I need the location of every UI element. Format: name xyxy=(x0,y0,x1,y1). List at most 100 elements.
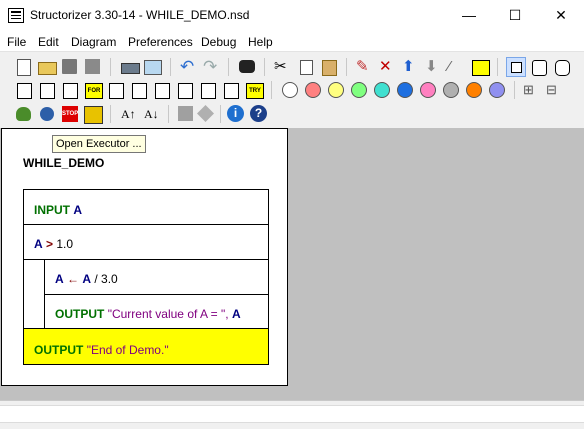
cut-button[interactable]: ✂ xyxy=(273,57,293,77)
edit-element-button[interactable]: ✎ xyxy=(355,57,375,77)
while-header[interactable]: A > 1.0 xyxy=(24,225,268,260)
add-while-button[interactable] xyxy=(106,80,126,100)
add-case-button[interactable] xyxy=(60,80,80,100)
analyser-button[interactable] xyxy=(176,104,196,124)
try-icon: TRY xyxy=(246,83,264,99)
add-instruction-button[interactable] xyxy=(14,80,34,100)
export-picture-button[interactable] xyxy=(143,57,163,77)
run-button[interactable] xyxy=(83,104,103,124)
color-gray-button[interactable] xyxy=(441,80,461,100)
assign-block[interactable]: A ← A / 3.0 xyxy=(44,260,269,295)
new-document-icon xyxy=(17,59,31,76)
add-jump-button[interactable] xyxy=(198,80,218,100)
frame-inner-icon xyxy=(511,62,522,73)
analyser-options-button[interactable] xyxy=(196,104,216,124)
final-output-keyword: OUTPUT xyxy=(34,343,84,357)
arrow-down-icon: ⬇ xyxy=(425,58,438,75)
assign-statement: A ← A / 3.0 xyxy=(55,272,118,286)
color-swatch-icon xyxy=(443,82,459,98)
maximize-button[interactable]: ☐ xyxy=(492,0,538,31)
scrollbar-track[interactable] xyxy=(0,405,584,423)
copy-button[interactable] xyxy=(296,57,316,77)
redo-button[interactable]: ↷ xyxy=(201,57,221,77)
input-keyword: INPUT xyxy=(34,203,70,217)
tooltip: Open Executor ... xyxy=(52,135,146,153)
output-string: "Current value of A = ", xyxy=(107,307,229,321)
paste-button[interactable] xyxy=(319,57,339,77)
color-cyan-button[interactable] xyxy=(372,80,392,100)
final-output-statement: OUTPUT "End of Demo." xyxy=(34,343,169,357)
add-if-button[interactable] xyxy=(37,80,57,100)
view-mode-button-3[interactable] xyxy=(552,57,572,77)
toolbar-separator xyxy=(346,58,347,76)
arrange-button[interactable]: ⊟ xyxy=(545,80,565,100)
menu-file[interactable]: File xyxy=(7,35,26,49)
outsource-icon xyxy=(472,60,490,76)
undo-button[interactable]: ↶ xyxy=(178,57,198,77)
case-icon xyxy=(63,83,78,99)
transmute-button[interactable]: ⁄ xyxy=(447,57,467,77)
output-block[interactable]: OUTPUT "Current value of A = ", A xyxy=(44,295,269,329)
add-for-button[interactable]: FOR xyxy=(83,80,103,100)
save-all-icon xyxy=(85,59,100,74)
add-forever-button[interactable] xyxy=(152,80,172,100)
toolbar-separator xyxy=(228,58,229,76)
structure-view-button[interactable]: ⊞ xyxy=(522,80,542,100)
input-variable: A xyxy=(73,203,83,217)
output-statement: OUTPUT "Current value of A = ", A xyxy=(55,307,241,321)
color-violet-button[interactable] xyxy=(487,80,507,100)
save-as-button[interactable] xyxy=(83,57,103,77)
toolbar-separator xyxy=(264,58,265,76)
color-red-button[interactable] xyxy=(303,80,323,100)
parallel-icon xyxy=(224,83,239,99)
turtleizer-button[interactable] xyxy=(14,104,34,124)
menu-debug[interactable]: Debug xyxy=(201,35,236,49)
color-pink-button[interactable] xyxy=(418,80,438,100)
color-swatch-icon xyxy=(305,82,321,98)
horizontal-scrollbar[interactable] xyxy=(0,400,584,429)
while-icon xyxy=(109,83,124,99)
about-button[interactable]: i xyxy=(226,104,246,124)
add-call-button[interactable] xyxy=(175,80,195,100)
color-green-button[interactable] xyxy=(349,80,369,100)
find-button[interactable] xyxy=(237,57,257,77)
color-orange-button[interactable] xyxy=(464,80,484,100)
diagram-canvas[interactable]: WHILE_DEMO INPUT A A > 1.0 A ← A / 3.0 O… xyxy=(1,128,288,386)
menu-diagram[interactable]: Diagram xyxy=(71,35,116,49)
move-up-button[interactable]: ⬆ xyxy=(401,57,421,77)
print-button[interactable] xyxy=(120,57,140,77)
color-blue-button[interactable] xyxy=(395,80,415,100)
view-mode-button-2[interactable] xyxy=(529,57,549,77)
assign-expression-var: A xyxy=(82,272,92,286)
color-yellow-button[interactable] xyxy=(326,80,346,100)
final-output-block[interactable]: OUTPUT "End of Demo." xyxy=(24,329,268,364)
menu-edit[interactable]: Edit xyxy=(38,35,59,49)
move-down-button[interactable]: ⬇ xyxy=(424,57,444,77)
add-try-button[interactable]: TRY xyxy=(244,80,264,100)
minimize-button[interactable]: — xyxy=(446,0,492,31)
new-file-button[interactable] xyxy=(14,57,34,77)
stop-button[interactable]: STOP xyxy=(60,104,80,124)
font-down-button[interactable]: A↓ xyxy=(143,104,163,124)
for-icon: FOR xyxy=(85,83,103,99)
delete-element-button[interactable]: ✕ xyxy=(378,57,398,77)
menu-help[interactable]: Help xyxy=(248,35,273,49)
app-icon xyxy=(8,8,24,23)
frame-icon xyxy=(506,57,526,77)
delete-icon: ✕ xyxy=(379,58,392,75)
add-repeat-button[interactable] xyxy=(129,80,149,100)
menu-bar: File Edit Diagram Preferences Debug Help xyxy=(0,31,584,51)
outsource-button[interactable] xyxy=(470,57,490,77)
view-mode-button-active[interactable] xyxy=(506,57,526,77)
open-file-button[interactable] xyxy=(37,57,57,77)
diamond-icon xyxy=(197,105,214,122)
help-button[interactable]: ? xyxy=(249,104,269,124)
add-parallel-button[interactable] xyxy=(221,80,241,100)
color-white-button[interactable] xyxy=(280,80,300,100)
input-block[interactable]: INPUT A xyxy=(24,190,268,225)
close-button[interactable]: ✕ xyxy=(538,0,584,31)
open-executor-button[interactable] xyxy=(37,104,57,124)
font-up-button[interactable]: A↑ xyxy=(120,104,140,124)
menu-preferences[interactable]: Preferences xyxy=(128,35,193,49)
save-button[interactable] xyxy=(60,57,80,77)
